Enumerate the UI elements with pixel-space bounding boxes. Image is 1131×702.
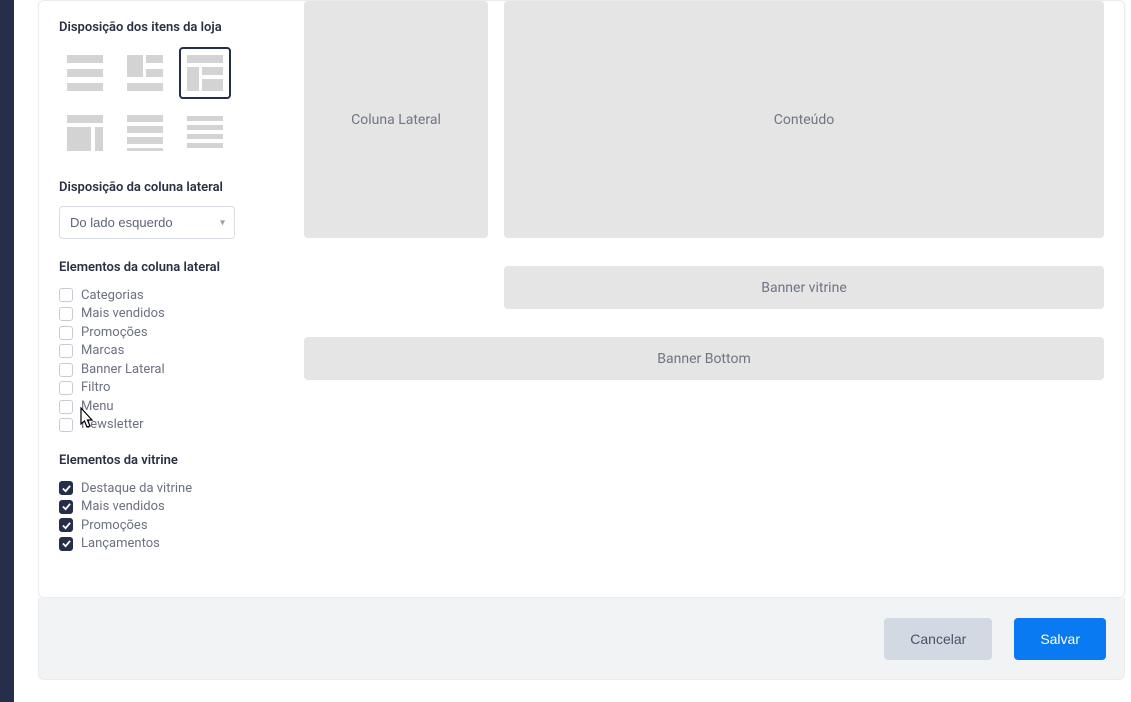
checkbox-icon bbox=[59, 481, 73, 495]
checkbox-mais-vendidos[interactable]: Mais vendidos bbox=[59, 305, 279, 323]
layout-option-6[interactable] bbox=[179, 107, 231, 159]
showcase-elements-list: Destaque da vitrine Mais vendidos Promoç… bbox=[59, 480, 279, 553]
preview-side-column: Coluna Lateral bbox=[304, 1, 488, 238]
checkbox-icon bbox=[59, 344, 73, 358]
checkbox-label: Marcas bbox=[81, 342, 124, 360]
checkbox-label: Promoções bbox=[81, 324, 148, 342]
layout-preview: Coluna Lateral Conteúdo Banner vitrine B… bbox=[304, 1, 1104, 408]
settings-panel: Disposição dos itens da loja bbox=[38, 0, 1125, 598]
layout-option-2[interactable] bbox=[119, 47, 171, 99]
checkbox-label: Newsletter bbox=[81, 416, 144, 434]
section-title-layout: Disposição dos itens da loja bbox=[59, 19, 279, 37]
save-button[interactable]: Salvar bbox=[1014, 618, 1106, 660]
layout-thumbnails bbox=[59, 47, 279, 159]
checkbox-icon bbox=[59, 537, 73, 551]
checkbox-icon bbox=[59, 400, 73, 414]
checkbox-categorias[interactable]: Categorias bbox=[59, 287, 279, 305]
layout-option-4[interactable] bbox=[59, 107, 111, 159]
preview-banner-bottom: Banner Bottom bbox=[304, 337, 1104, 380]
layout-option-3[interactable] bbox=[179, 47, 231, 99]
checkbox-icon bbox=[59, 381, 73, 395]
section-title-sidebar-elements: Elementos da coluna lateral bbox=[59, 259, 279, 277]
checkbox-label: Destaque da vitrine bbox=[81, 480, 192, 498]
checkbox-icon bbox=[59, 518, 73, 532]
checkbox-icon bbox=[59, 307, 73, 321]
checkbox-lancamentos[interactable]: Lançamentos bbox=[59, 535, 279, 553]
cancel-button[interactable]: Cancelar bbox=[884, 618, 992, 660]
checkbox-marcas[interactable]: Marcas bbox=[59, 342, 279, 360]
checkbox-promocoes-showcase[interactable]: Promoções bbox=[59, 517, 279, 535]
checkbox-icon bbox=[59, 363, 73, 377]
checkbox-label: Filtro bbox=[81, 379, 110, 397]
checkbox-destaque-vitrine[interactable]: Destaque da vitrine bbox=[59, 480, 279, 498]
app-left-rail bbox=[0, 0, 14, 702]
checkbox-promocoes[interactable]: Promoções bbox=[59, 324, 279, 342]
checkbox-label: Mais vendidos bbox=[81, 498, 165, 516]
section-title-sidebar-position: Disposição da coluna lateral bbox=[59, 179, 279, 197]
preview-banner-showcase: Banner vitrine bbox=[504, 266, 1104, 309]
checkbox-label: Lançamentos bbox=[81, 535, 160, 553]
checkbox-icon bbox=[59, 326, 73, 340]
sidebar-elements-list: Categorias Mais vendidos Promoções Marca… bbox=[59, 287, 279, 434]
checkbox-filtro[interactable]: Filtro bbox=[59, 379, 279, 397]
sidebar-position-select-wrap: Do lado esquerdo ▾ bbox=[59, 206, 235, 239]
layout-option-5[interactable] bbox=[119, 107, 171, 159]
checkbox-mais-vendidos-showcase[interactable]: Mais vendidos bbox=[59, 498, 279, 516]
panel-footer: Cancelar Salvar bbox=[38, 598, 1125, 680]
checkbox-icon bbox=[59, 288, 73, 302]
checkbox-banner-lateral[interactable]: Banner Lateral bbox=[59, 361, 279, 379]
checkbox-label: Menu bbox=[81, 398, 114, 416]
section-title-showcase-elements: Elementos da vitrine bbox=[59, 452, 279, 470]
checkbox-icon bbox=[59, 418, 73, 432]
settings-sidebar: Disposição dos itens da loja bbox=[39, 1, 279, 591]
preview-content-column: Conteúdo bbox=[504, 1, 1104, 238]
checkbox-label: Mais vendidos bbox=[81, 305, 165, 323]
sidebar-position-select[interactable]: Do lado esquerdo bbox=[59, 206, 235, 239]
checkbox-label: Promoções bbox=[81, 517, 148, 535]
checkbox-menu[interactable]: Menu bbox=[59, 398, 279, 416]
layout-option-1[interactable] bbox=[59, 47, 111, 99]
checkbox-label: Banner Lateral bbox=[81, 361, 165, 379]
checkbox-icon bbox=[59, 500, 73, 514]
checkbox-newsletter[interactable]: Newsletter bbox=[59, 416, 279, 434]
checkbox-label: Categorias bbox=[81, 287, 144, 305]
